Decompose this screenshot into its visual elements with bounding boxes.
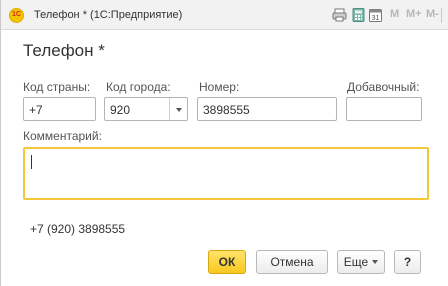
ok-button[interactable]: ОК: [208, 250, 246, 274]
comment-textarea[interactable]: [23, 147, 429, 200]
number-input[interactable]: 3898555: [197, 97, 337, 121]
extension-label: Добавочный:: [347, 80, 420, 94]
memory-plus-button[interactable]: M+: [406, 8, 422, 20]
city-code-label: Код города:: [106, 80, 171, 94]
country-code-input[interactable]: +7: [23, 97, 96, 121]
app-logo: 1С: [9, 8, 24, 23]
app-logo-text: 1С: [12, 11, 21, 18]
text-cursor: [31, 155, 32, 169]
calendar-icon[interactable]: 31: [369, 8, 382, 22]
country-code-label: Код страны:: [23, 80, 91, 94]
printer-icon[interactable]: [332, 8, 347, 22]
calendar-icon-label: 31: [372, 15, 380, 22]
city-code-value: 920: [110, 103, 131, 117]
city-code-input[interactable]: 920: [104, 97, 188, 121]
country-code-value: +7: [29, 103, 43, 117]
window-title: Телефон * (1С:Предприятие): [34, 9, 183, 21]
help-button[interactable]: ?: [394, 250, 421, 274]
form-window: 1С Телефон * (1С:Предприятие) 31 M M+ M-…: [0, 0, 448, 286]
calculator-icon[interactable]: [352, 8, 365, 22]
toolbar-divider: [441, 8, 442, 23]
chevron-down-icon: [372, 260, 379, 264]
number-label: Номер:: [199, 80, 240, 94]
extension-input[interactable]: [346, 97, 422, 121]
title-bar: 1С Телефон * (1С:Предприятие) 31 M M+ M-: [1, 0, 448, 30]
cancel-button[interactable]: Отмена: [256, 250, 328, 274]
memory-button[interactable]: M: [390, 8, 399, 20]
memory-minus-button[interactable]: M-: [426, 8, 439, 20]
form-heading: Телефон *: [23, 41, 105, 60]
more-button-label: Еще: [343, 255, 369, 269]
more-button[interactable]: Еще: [337, 250, 385, 274]
city-code-dropdown-button[interactable]: [169, 98, 187, 120]
chevron-down-icon: [176, 108, 182, 112]
number-value: 3898555: [203, 103, 250, 117]
phone-presentation: +7 (920) 3898555: [30, 222, 126, 236]
comment-label: Комментарий:: [23, 129, 102, 143]
